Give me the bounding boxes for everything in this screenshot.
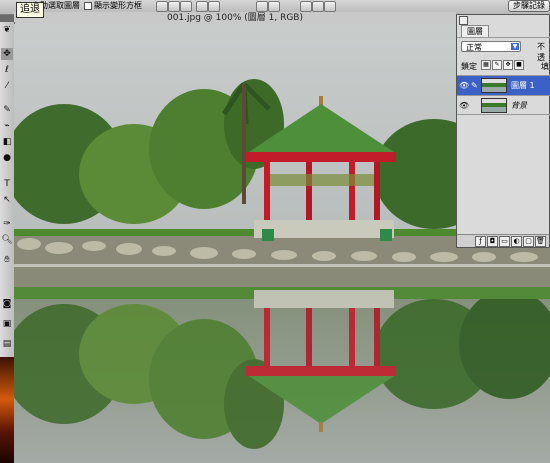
layer-name[interactable]: 圖層 1 — [511, 80, 535, 91]
blend-mode-value: 正常 — [466, 43, 482, 52]
checkbox-box[interactable] — [84, 1, 92, 10]
distribute-left-button[interactable] — [300, 1, 312, 12]
layer-name[interactable]: 背景 — [511, 100, 527, 111]
lock-transparency-checkbox[interactable]: ▦ — [481, 60, 491, 70]
chevron-down-icon[interactable]: ▼ — [511, 43, 519, 50]
align-center-button[interactable] — [208, 1, 220, 12]
magic-wand-icon[interactable]: ⁄ — [1, 80, 13, 92]
history-palette-button[interactable]: 步驟記錄 — [508, 0, 550, 12]
distribute-top-button[interactable] — [256, 1, 268, 12]
new-set-icon[interactable]: ▭ — [499, 236, 510, 247]
lock-label: 鎖定 — [461, 62, 477, 71]
background-window-thumbnail — [0, 357, 14, 463]
fill-label: 填 — [541, 62, 549, 71]
close-icon[interactable] — [459, 16, 468, 25]
eraser-tool-icon[interactable]: ◧ — [1, 136, 13, 148]
distribute-right-button[interactable] — [324, 1, 336, 12]
lock-image-pixels-icon[interactable]: ✎ — [492, 60, 502, 70]
type-tool-icon[interactable]: T — [1, 178, 13, 190]
history-brush-icon[interactable]: ⌁ — [1, 120, 13, 132]
hand-tool-icon[interactable]: ✋︎ — [1, 254, 13, 266]
lock-all-icon[interactable]: ■ — [514, 60, 524, 70]
eye-icon[interactable]: 👁︎ — [459, 81, 469, 91]
opacity-label: 不透 — [537, 42, 545, 62]
panel-tab-row: 圖層 — [457, 25, 550, 38]
align-left-button[interactable] — [196, 1, 208, 12]
lasso-tool-icon[interactable]: ℓ — [1, 64, 13, 76]
eyedropper-icon[interactable]: ✑ — [1, 218, 13, 230]
layers-panel: 圖層 正常 ▼ 不透 鎖定 ▦ ✎ ✥ ■ 填 👁︎ ✎ 圖層 1 👁︎ 背景 … — [456, 14, 550, 248]
toolbox: ❦ ✥ ℓ ⁄ ✎ ⌁ ◧ ● T ↖ ✑ 🔍︎ ✋︎ ◙ ▣ ▤ — [0, 22, 15, 357]
adjustment-layer-icon[interactable]: ◐ — [511, 236, 522, 247]
blend-mode-select[interactable]: 正常 ▼ — [461, 41, 521, 52]
link-icon — [471, 101, 479, 111]
brush-tool-icon[interactable]: ✎ — [1, 104, 13, 116]
distribute-middle-button[interactable] — [268, 1, 280, 12]
layer-row-layer1[interactable]: 👁︎ ✎ 圖層 1 — [457, 75, 550, 95]
lock-position-icon[interactable]: ✥ — [503, 60, 513, 70]
layer-thumbnail — [481, 78, 507, 93]
layer-style-icon[interactable]: ƒ — [475, 236, 486, 247]
tab-layers[interactable]: 圖層 — [461, 25, 489, 37]
align-middle-button[interactable] — [168, 1, 180, 12]
new-layer-icon[interactable]: ▢ — [523, 236, 534, 247]
layers-footer: ƒ ◘ ▭ ◐ ▢ 🗑︎ — [457, 234, 549, 247]
align-top-button[interactable] — [156, 1, 168, 12]
tooltip: 追退 — [16, 2, 44, 18]
move-tool-icon[interactable]: ✥ — [1, 48, 13, 60]
jump-to-imageready-icon[interactable]: ▤ — [1, 338, 13, 350]
screen-mode-icon[interactable]: ▣ — [1, 318, 13, 330]
layer-thumbnail — [481, 98, 507, 113]
blur-tool-icon[interactable]: ● — [1, 152, 13, 164]
brush-icon: ✎ — [471, 81, 478, 90]
quick-mask-icon[interactable]: ◙ — [1, 298, 13, 310]
zoom-tool-icon[interactable]: 🔍︎ — [1, 234, 13, 246]
delete-layer-icon[interactable]: 🗑︎ — [535, 236, 546, 247]
path-select-icon[interactable]: ↖ — [1, 194, 13, 206]
show-bounding-box-checkbox[interactable]: 顯示變形方框 — [84, 1, 142, 11]
show-bounding-box-label: 顯示變形方框 — [94, 1, 142, 10]
align-bottom-button[interactable] — [180, 1, 192, 12]
distribute-center-button[interactable] — [312, 1, 324, 12]
eye-icon[interactable]: 👁︎ — [459, 101, 469, 111]
add-mask-icon[interactable]: ◘ — [487, 236, 498, 247]
feather-logo-icon[interactable]: ❦ — [1, 24, 13, 36]
layer-row-background[interactable]: 👁︎ 背景 — [457, 95, 550, 115]
